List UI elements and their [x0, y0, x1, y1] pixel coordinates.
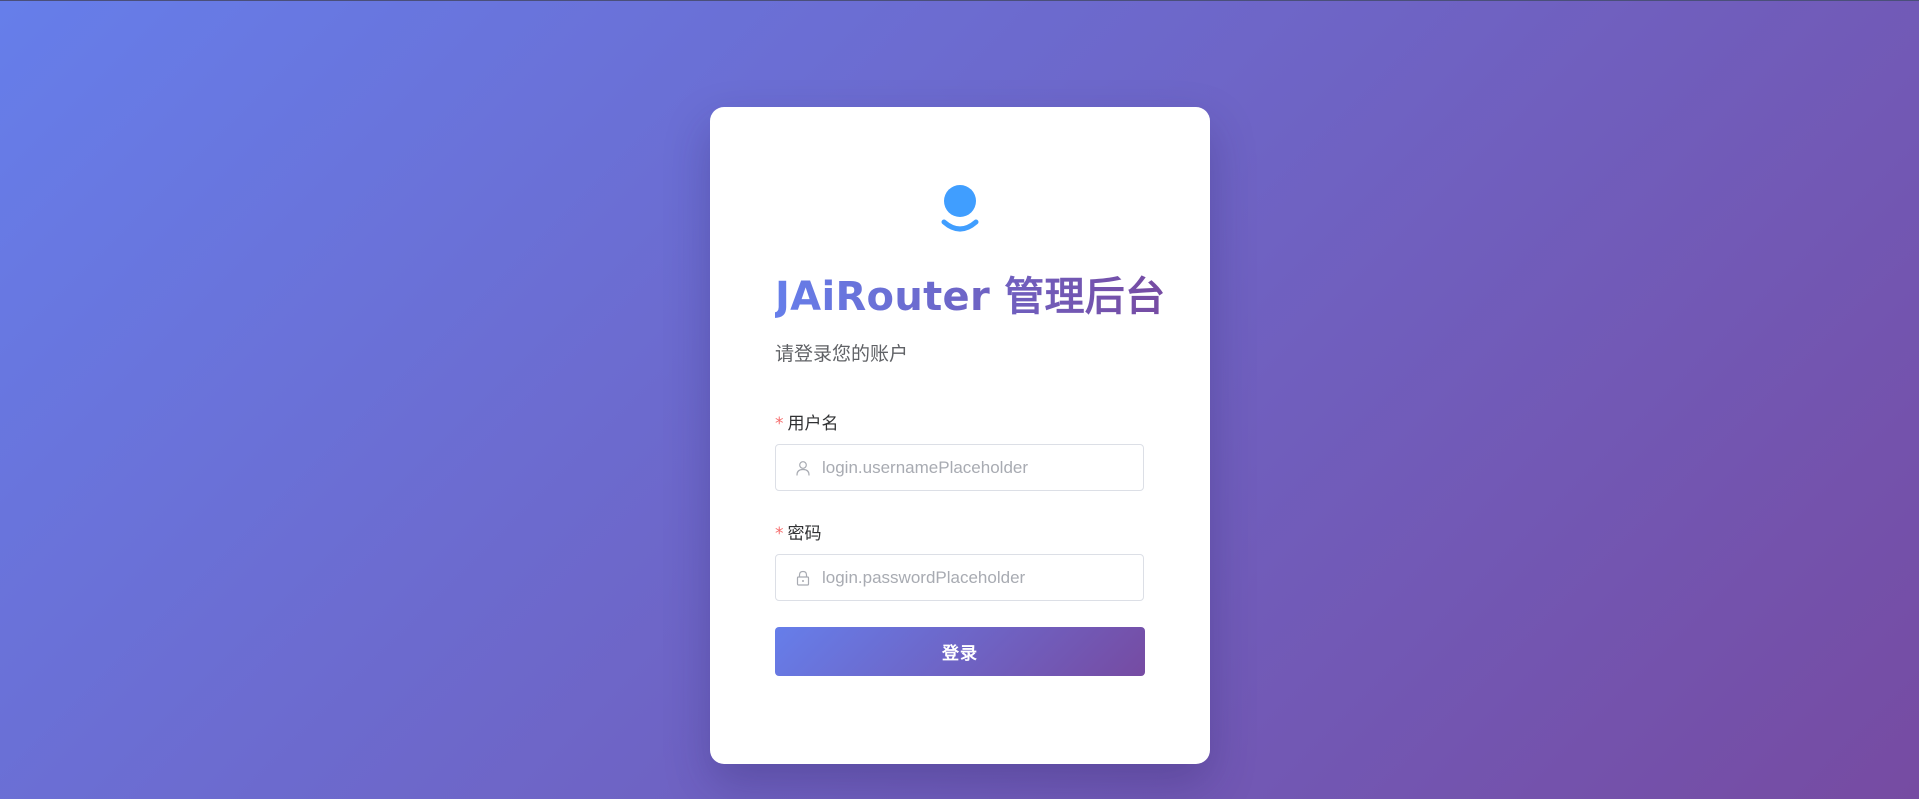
username-input[interactable] [822, 445, 1143, 490]
password-input[interactable] [822, 555, 1143, 600]
username-label-text: 用户名 [787, 414, 839, 434]
login-card: JAiRouter 管理后台 请登录您的账户 *用户名 *密码 登录 [710, 107, 1210, 764]
page-title: JAiRouter 管理后台 [775, 274, 1166, 320]
password-label: * 密码 [775, 519, 822, 544]
username-label: * 用户名 [775, 409, 839, 434]
required-mark: * [775, 524, 784, 544]
user-icon [794, 459, 812, 477]
login-button[interactable]: 登录 [775, 627, 1145, 676]
password-label-text: 密码 [787, 524, 822, 544]
password-field[interactable] [775, 554, 1144, 601]
lock-icon [794, 569, 812, 587]
page-subtitle: 请登录您的账户 [775, 343, 909, 365]
top-border [0, 0, 1919, 1]
username-field[interactable] [775, 444, 1144, 491]
required-mark: * [775, 414, 784, 434]
user-avatar-icon [940, 185, 980, 239]
